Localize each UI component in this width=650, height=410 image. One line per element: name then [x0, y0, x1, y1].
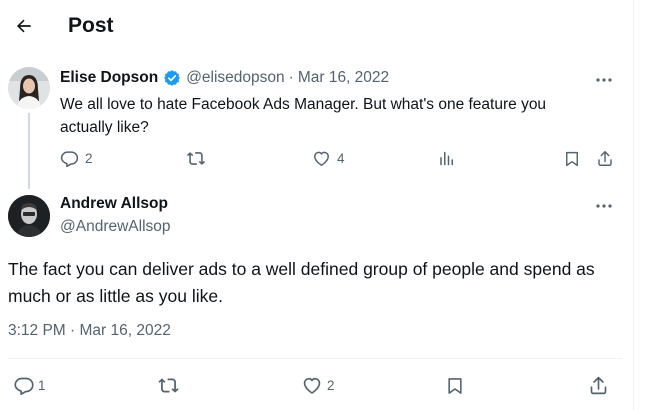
bookmark-icon — [563, 149, 581, 169]
retweet-icon — [157, 375, 180, 396]
divider — [8, 358, 622, 359]
reply-button[interactable]: 1 — [13, 375, 46, 396]
avatar[interactable] — [8, 195, 50, 237]
retweet-button[interactable] — [157, 375, 186, 396]
like-button[interactable]: 4 — [312, 149, 345, 168]
share-icon — [588, 375, 609, 396]
retweet-icon — [186, 149, 206, 168]
author-name[interactable]: Elise Dopson — [60, 69, 158, 87]
page-header: Post — [0, 0, 633, 56]
like-button[interactable]: 2 — [301, 375, 335, 396]
tweet-header: Elise Dopson @elisedopson · Mar 16, 2022 — [60, 69, 389, 87]
tweet-date[interactable]: Mar 16, 2022 — [298, 69, 389, 87]
bookmark-button[interactable] — [445, 375, 465, 397]
more-horizontal-icon — [595, 196, 613, 214]
author-handle[interactable]: @elisedopson — [186, 69, 284, 87]
reply-icon — [60, 149, 79, 168]
bookmark-icon — [445, 375, 465, 397]
column-border — [633, 0, 634, 410]
more-horizontal-icon — [595, 70, 613, 88]
reply-count: 2 — [85, 151, 93, 166]
reply-button[interactable]: 2 — [60, 149, 93, 168]
views-button[interactable] — [438, 149, 462, 168]
author-handle[interactable]: @AndrewAllsop — [60, 218, 171, 236]
reply-count: 1 — [38, 378, 46, 393]
bar-chart-icon — [438, 149, 456, 168]
more-options-button[interactable] — [592, 70, 616, 88]
back-button[interactable] — [6, 10, 42, 46]
retweet-button[interactable] — [186, 149, 212, 168]
share-button[interactable] — [596, 149, 614, 168]
arrow-left-icon — [14, 16, 34, 41]
page-title: Post — [68, 14, 114, 37]
bookmark-button[interactable] — [563, 149, 581, 169]
separator-dot: · — [288, 69, 294, 86]
author-name[interactable]: Andrew Allsop — [60, 195, 168, 213]
tweet-timestamp[interactable]: 3:12 PM · Mar 16, 2022 — [8, 322, 171, 340]
share-icon — [596, 149, 614, 168]
reply-icon — [13, 375, 35, 396]
tweet-text: The fact you can deliver ads to a well d… — [8, 259, 595, 306]
share-button[interactable] — [588, 375, 609, 396]
like-count: 2 — [327, 378, 335, 393]
tweet-text: We all love to hate Facebook Ads Manager… — [60, 96, 547, 136]
heart-icon — [301, 375, 323, 396]
heart-icon — [312, 149, 331, 168]
more-options-button[interactable] — [592, 196, 616, 214]
avatar[interactable] — [8, 67, 50, 109]
verified-badge-icon — [163, 69, 181, 87]
like-count: 4 — [337, 151, 345, 166]
thread-line — [28, 113, 30, 189]
